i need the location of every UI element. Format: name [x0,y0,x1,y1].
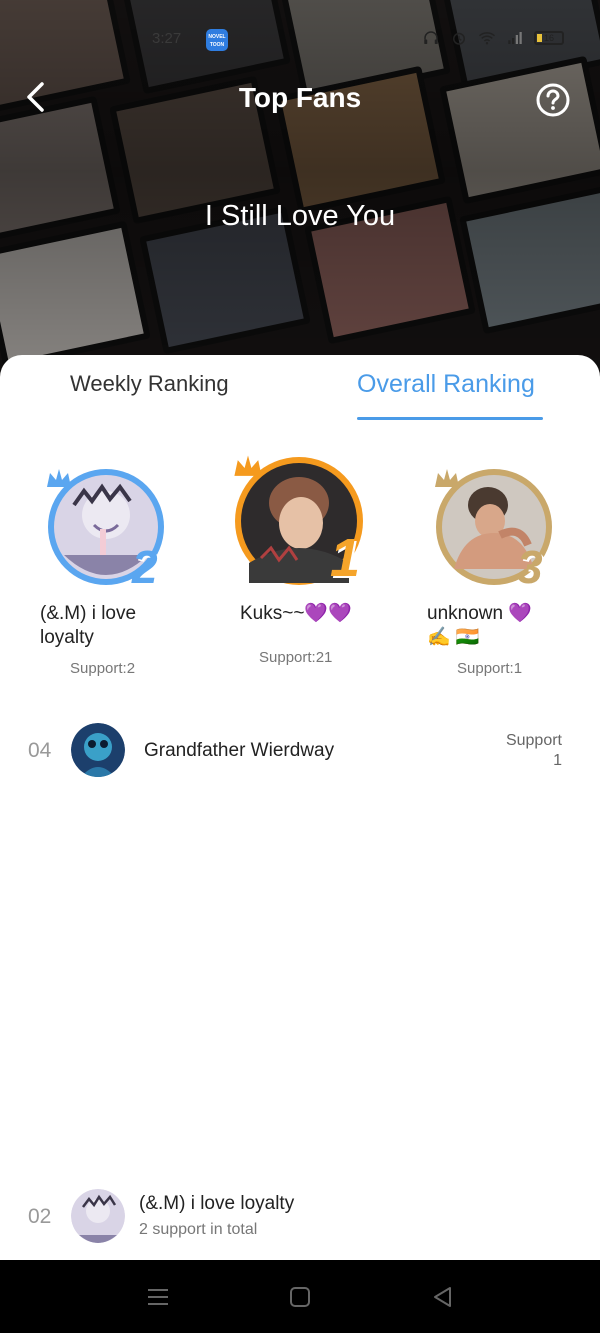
novel-toon-app-icon: NOVEL TOON [206,29,228,51]
ranking-sheet: Weekly Ranking Overall Ranking 2 (&.M) i… [0,355,600,1260]
list-username: Grandfather Wierdway [144,740,335,761]
podium-name-3: unknown 💜 ✍️ 🇮🇳 [427,603,532,648]
my-rank-number: 02 [28,1205,52,1228]
signal-icon [508,32,522,44]
crown-icon [435,469,459,487]
hero-background [0,0,600,380]
home-icon[interactable] [287,1284,313,1310]
tab-overall-ranking[interactable]: Overall Ranking [357,370,535,399]
system-nav-bar [0,1260,600,1333]
alarm-icon [453,32,465,45]
page-title: Top Fans [238,82,362,113]
list-rank: 04 [28,739,52,762]
my-username: (&.M) i love loyalty [139,1193,295,1214]
wifi-icon [479,32,495,45]
list-support: Support 1 [506,731,562,771]
podium-support-1: Support:21 [259,649,333,666]
status-bar: 3:27 NOVEL TOON 16 [0,26,600,56]
list-avatar [71,723,125,777]
list-item[interactable]: 04 Grandfather Wierdway Support 1 [0,721,600,781]
crown-icon [47,469,71,487]
my-avatar [71,1189,125,1243]
book-title: I Still Love You [204,200,396,232]
list-support-label: Support [505,732,562,749]
podium-name-2: (&.M) i love loyalty [40,603,137,648]
battery-icon: 16 [534,31,564,45]
my-rank-row[interactable]: 02 (&.M) i love loyalty 2 support in tot… [0,1187,600,1247]
active-tab-indicator [357,417,543,420]
list-support-value: 1 [553,752,562,769]
rank-number-1: 1 [330,528,361,588]
my-support-summary: 2 support in total [139,1221,258,1238]
back-icon[interactable] [430,1284,456,1310]
podium-support-3: Support:1 [457,660,523,677]
podium-support-2: Support:2 [70,660,136,677]
tab-weekly-ranking[interactable]: Weekly Ranking [70,371,229,397]
menu-icon[interactable] [145,1284,171,1310]
help-question-icon[interactable] [535,82,571,118]
status-time: 3:27 [152,30,182,47]
rank-number-2: 2 [132,541,158,593]
headphones-icon [424,31,438,44]
rank-number-3: 3 [517,541,543,593]
crown-icon [234,455,262,476]
podium-name-1: Kuks~~💜💜 [240,603,352,624]
